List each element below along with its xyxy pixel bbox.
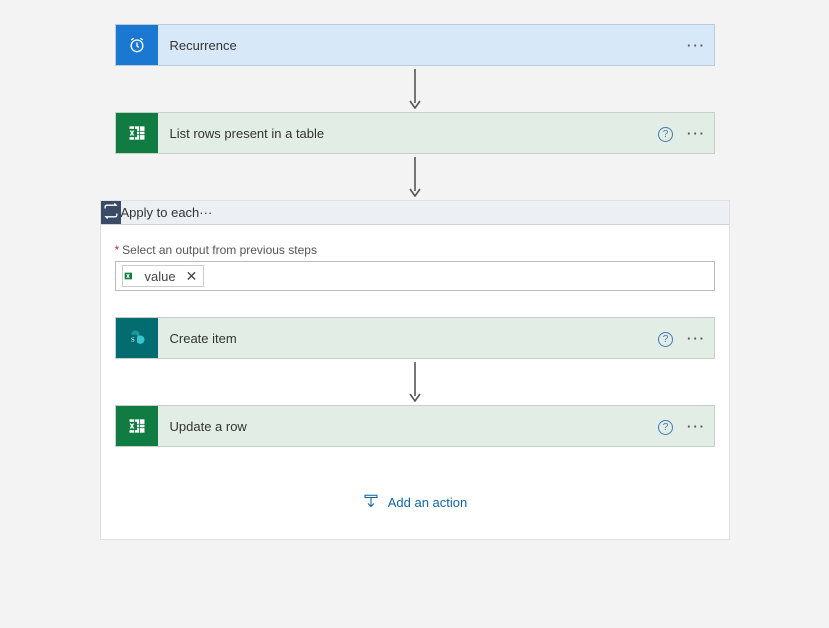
- step-list-rows[interactable]: List rows present in a table ? ···: [115, 112, 715, 154]
- help-icon[interactable]: ?: [652, 125, 680, 142]
- remove-token-icon[interactable]: ✕: [186, 268, 198, 285]
- more-menu[interactable]: ···: [680, 38, 714, 53]
- token-label: value: [145, 269, 176, 284]
- step-update-row[interactable]: Update a row ? ···: [115, 405, 715, 447]
- svg-text:S: S: [130, 336, 134, 343]
- help-icon[interactable]: ?: [652, 330, 680, 347]
- help-icon[interactable]: ?: [652, 418, 680, 435]
- step-title: Update a row: [158, 419, 652, 434]
- add-action-button[interactable]: Add an action: [362, 493, 468, 511]
- token-value[interactable]: value ✕: [122, 265, 205, 287]
- step-create-item[interactable]: S Create item ? ···: [115, 317, 715, 359]
- flow-arrow: [408, 66, 422, 112]
- container-header[interactable]: Apply to each ···: [101, 201, 729, 225]
- flow-arrow: [408, 154, 422, 200]
- step-title: Create item: [158, 331, 652, 346]
- step-apply-to-each: Apply to each ··· *Select an output from…: [100, 200, 730, 540]
- loop-icon: [101, 201, 121, 224]
- sharepoint-icon: S: [116, 318, 158, 358]
- flow-arrow: [408, 359, 422, 405]
- step-title: Recurrence: [158, 38, 680, 53]
- add-action-label: Add an action: [388, 495, 468, 510]
- clock-icon: [116, 25, 158, 65]
- excel-icon: [123, 267, 141, 285]
- more-menu[interactable]: ···: [680, 331, 714, 346]
- add-action-icon: [362, 493, 380, 511]
- step-title: Apply to each: [121, 205, 200, 220]
- more-menu[interactable]: ···: [680, 419, 714, 434]
- more-menu[interactable]: ···: [199, 205, 212, 220]
- more-menu[interactable]: ···: [680, 126, 714, 141]
- step-title: List rows present in a table: [158, 126, 652, 141]
- output-selector[interactable]: value ✕: [115, 261, 715, 291]
- excel-icon: [116, 406, 158, 446]
- step-recurrence[interactable]: Recurrence ···: [115, 24, 715, 66]
- excel-icon: [116, 113, 158, 153]
- field-label: *Select an output from previous steps: [115, 243, 715, 257]
